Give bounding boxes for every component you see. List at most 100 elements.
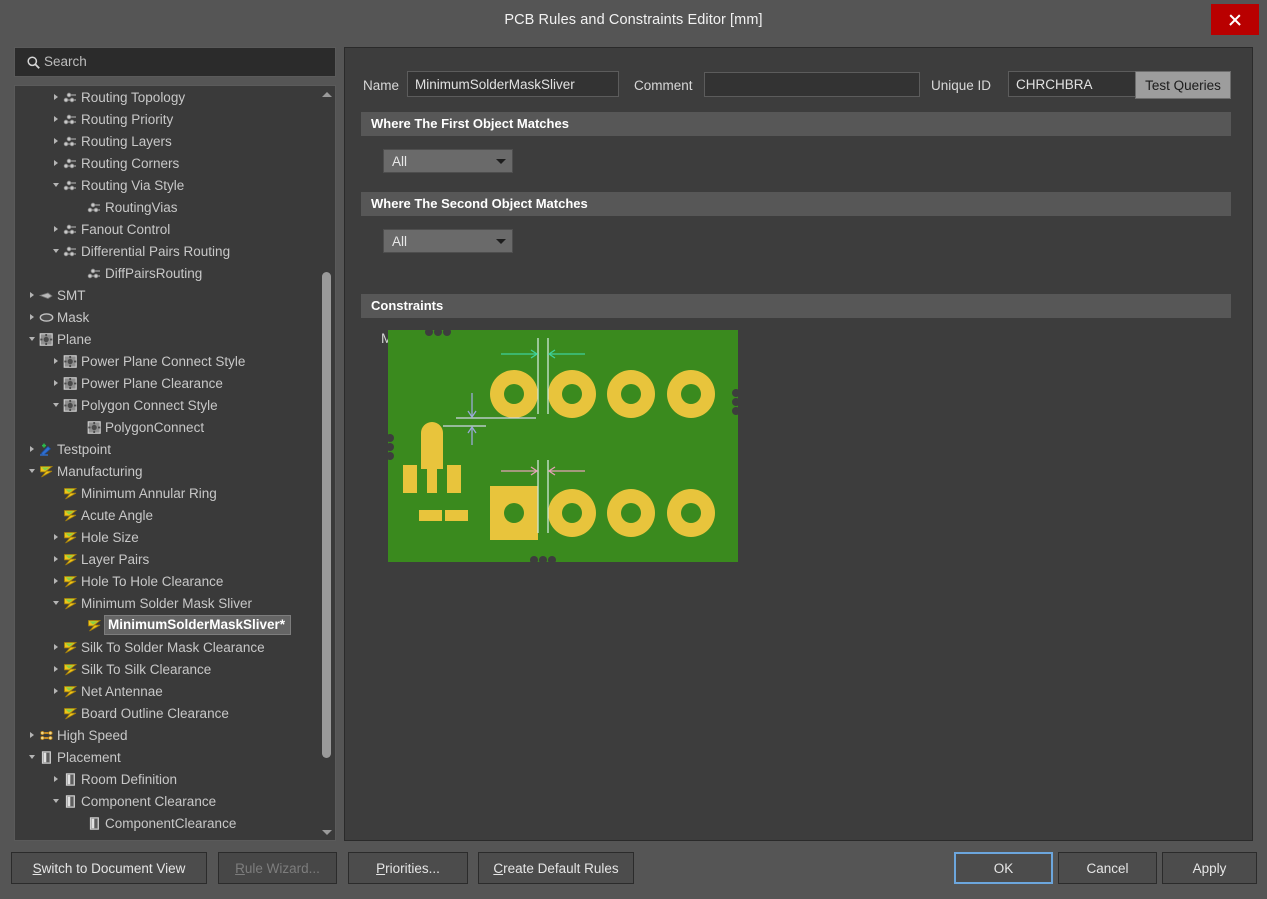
name-label: Name — [363, 76, 399, 96]
tree-item-silk-to-solder-mask-clearance[interactable]: Silk To Solder Mask Clearance — [15, 636, 319, 658]
tree-item-layer-pairs[interactable]: Layer Pairs — [15, 548, 319, 570]
tree-item-label: Silk To Solder Mask Clearance — [81, 640, 269, 655]
search-box[interactable] — [14, 47, 336, 77]
close-icon[interactable] — [1211, 4, 1259, 35]
tree-scrollbar-thumb[interactable] — [322, 272, 331, 758]
tree-item-net-antennae[interactable]: Net Antennae — [15, 680, 319, 702]
tree-item-label: Minimum Annular Ring — [81, 486, 221, 501]
chevron-down-icon[interactable] — [25, 328, 38, 350]
tree-item-differential-pairs-routing[interactable]: Differential Pairs Routing — [15, 240, 319, 262]
chevron-right-icon[interactable] — [25, 306, 38, 328]
tree-item-label: Routing Via Style — [81, 178, 188, 193]
tree-item-smt[interactable]: SMT — [15, 284, 319, 306]
tree-item-board-outline-clearance[interactable]: Board Outline Clearance — [15, 702, 319, 724]
tree-item-power-plane-connect-style[interactable]: Power Plane Connect Style — [15, 350, 319, 372]
unique-id-input[interactable] — [1008, 71, 1142, 97]
chevron-down-icon[interactable] — [49, 394, 62, 416]
tree-item-polygonconnect[interactable]: PolygonConnect — [15, 416, 319, 438]
tree-item-routingvias[interactable]: RoutingVias — [15, 196, 319, 218]
chevron-down-icon[interactable] — [25, 460, 38, 482]
chevron-right-icon[interactable] — [49, 350, 62, 372]
tree-item-label: Minimum Solder Mask Sliver — [81, 596, 256, 611]
tree-item-fanout-control[interactable]: Fanout Control — [15, 218, 319, 240]
tree-item-componentclearance[interactable]: ComponentClearance — [15, 812, 319, 834]
tree-item-high-speed[interactable]: High Speed — [15, 724, 319, 746]
comment-label: Comment — [634, 76, 693, 96]
tree-item-label: Routing Corners — [81, 156, 183, 171]
tree-spacer — [49, 702, 62, 724]
tree-item-polygon-connect-style[interactable]: Polygon Connect Style — [15, 394, 319, 416]
chevron-right-icon[interactable] — [49, 636, 62, 658]
tree-scrollbar[interactable] — [319, 87, 334, 839]
tree-item-minimumsoldermasksliver[interactable]: MinimumSolderMaskSliver* — [15, 614, 319, 636]
tree-item-minimum-annular-ring[interactable]: Minimum Annular Ring — [15, 482, 319, 504]
create-default-rules-button[interactable]: Create Default Rules — [478, 852, 634, 884]
name-input[interactable] — [407, 71, 619, 97]
tree-item-hole-size[interactable]: Hole Size — [15, 526, 319, 548]
comment-input[interactable] — [704, 72, 920, 97]
apply-button[interactable]: Apply — [1162, 852, 1257, 884]
tree-item-manufacturing[interactable]: Manufacturing — [15, 460, 319, 482]
tree-item-label: High Speed — [57, 728, 132, 743]
chevron-right-icon[interactable] — [25, 284, 38, 306]
routing-icon — [62, 86, 79, 108]
switch-to-document-view-button[interactable]: Switch to Document View — [11, 852, 207, 884]
tree-item-silk-to-silk-clearance[interactable]: Silk To Silk Clearance — [15, 658, 319, 680]
ok-button[interactable]: OK — [954, 852, 1053, 884]
scroll-down-icon[interactable] — [319, 825, 334, 839]
chevron-down-icon[interactable] — [49, 240, 62, 262]
scroll-up-icon[interactable] — [319, 87, 334, 101]
tree-item-plane[interactable]: Plane — [15, 328, 319, 350]
test-queries-button[interactable]: Test Queries — [1135, 71, 1231, 99]
tree-item-routing-topology[interactable]: Routing Topology — [15, 86, 319, 108]
chevron-right-icon[interactable] — [49, 526, 62, 548]
tree-item-room-definition[interactable]: Room Definition — [15, 768, 319, 790]
chevron-down-icon[interactable] — [49, 592, 62, 614]
chevron-right-icon[interactable] — [25, 438, 38, 460]
tree-spacer — [73, 812, 86, 834]
chevron-down-icon[interactable] — [49, 174, 62, 196]
tree-item-component-clearance[interactable]: Component Clearance — [15, 790, 319, 812]
tree-item-mask[interactable]: Mask — [15, 306, 319, 328]
chevron-right-icon[interactable] — [49, 570, 62, 592]
chevron-right-icon[interactable] — [49, 768, 62, 790]
title-bar: PCB Rules and Constraints Editor [mm] — [0, 0, 1267, 40]
section-header-first-object: Where The First Object Matches — [361, 112, 1231, 136]
tree-item-routing-via-style[interactable]: Routing Via Style — [15, 174, 319, 196]
tree-item-testpoint[interactable]: Testpoint — [15, 438, 319, 460]
tree-item-routing-priority[interactable]: Routing Priority — [15, 108, 319, 130]
tree-item-minimum-solder-mask-sliver[interactable]: Minimum Solder Mask Sliver — [15, 592, 319, 614]
chevron-right-icon[interactable] — [49, 152, 62, 174]
chevron-right-icon[interactable] — [49, 372, 62, 394]
tree-item-power-plane-clearance[interactable]: Power Plane Clearance — [15, 372, 319, 394]
priorities-button[interactable]: Priorities... — [348, 852, 468, 884]
chevron-down-icon — [490, 239, 512, 244]
cancel-button[interactable]: Cancel — [1058, 852, 1157, 884]
chevron-down-icon[interactable] — [25, 746, 38, 768]
chevron-right-icon[interactable] — [49, 218, 62, 240]
tree-item-diffpairsrouting[interactable]: DiffPairsRouting — [15, 262, 319, 284]
chevron-right-icon[interactable] — [49, 130, 62, 152]
rule-wizard-button[interactable]: Rule Wizard... — [218, 852, 337, 884]
second-object-scope-select[interactable]: All — [383, 229, 513, 253]
search-input[interactable] — [44, 49, 335, 75]
tree-item-routing-layers[interactable]: Routing Layers — [15, 130, 319, 152]
chevron-right-icon[interactable] — [49, 680, 62, 702]
routing-icon — [62, 108, 79, 130]
tree-item-hole-to-hole-clearance[interactable]: Hole To Hole Clearance — [15, 570, 319, 592]
tree-item-acute-angle[interactable]: Acute Angle — [15, 504, 319, 526]
chevron-right-icon[interactable] — [49, 548, 62, 570]
rule-wizard-rest: ule Wizard... — [245, 861, 320, 876]
first-object-scope-select[interactable]: All — [383, 149, 513, 173]
tree-item-routing-corners[interactable]: Routing Corners — [15, 152, 319, 174]
chevron-right-icon[interactable] — [25, 724, 38, 746]
chevron-down-icon[interactable] — [49, 790, 62, 812]
chevron-right-icon[interactable] — [49, 108, 62, 130]
chevron-right-icon[interactable] — [49, 86, 62, 108]
tree-spacer — [73, 614, 86, 636]
chevron-right-icon[interactable] — [49, 658, 62, 680]
tree-item-placement[interactable]: Placement — [15, 746, 319, 768]
tree-item-label: PolygonConnect — [105, 420, 208, 435]
tree-item-label: Net Antennae — [81, 684, 167, 699]
accel-switch: S — [33, 861, 42, 876]
